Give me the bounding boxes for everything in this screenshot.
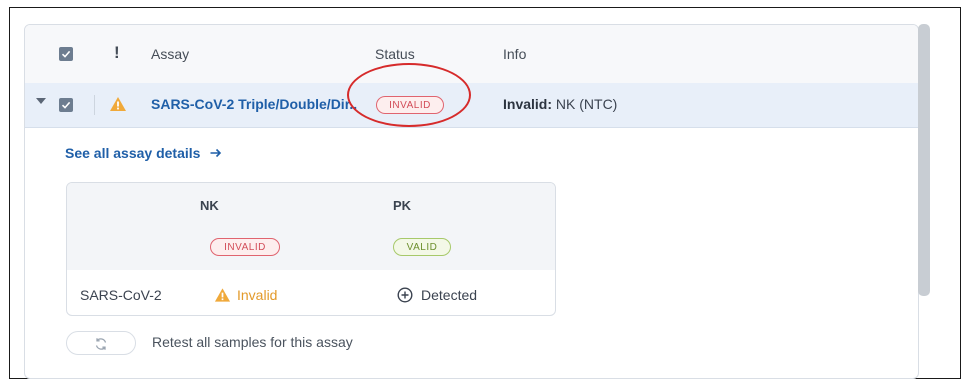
assay-name-link[interactable]: SARS-CoV-2 Triple/Double/Dir..: [151, 96, 357, 112]
nk-column-header: NK: [200, 198, 219, 213]
annotation-circle: [347, 63, 471, 127]
table-header: ! Assay Status Info: [25, 25, 918, 84]
arrow-right-icon: [210, 148, 222, 158]
info-label: Invalid:: [503, 96, 553, 112]
checkmark-icon: [61, 50, 71, 58]
row-checkbox[interactable]: [59, 98, 73, 112]
control-header: NK PK INVALID VALID: [67, 183, 555, 270]
control-results-card: NK PK INVALID VALID SARS-CoV-2 Invalid D…: [66, 182, 556, 316]
vertical-scrollbar[interactable]: [918, 24, 930, 296]
refresh-icon: [95, 338, 107, 350]
assay-column-header[interactable]: Assay: [151, 46, 189, 62]
plus-circle-icon: [397, 287, 413, 303]
info-value: NK (NTC): [552, 96, 618, 112]
info-column-header[interactable]: Info: [503, 46, 526, 62]
assay-results-panel: ! Assay Status Info SARS-CoV-2 Triple/Do…: [24, 24, 919, 379]
status-column-header[interactable]: Status: [375, 46, 415, 62]
column-divider: [94, 95, 95, 115]
pk-column-header: PK: [393, 198, 412, 213]
pk-result: Detected: [421, 287, 478, 303]
retest-label: Retest all samples for this assay: [152, 334, 353, 350]
table-row[interactable]: SARS-CoV-2 Triple/Double/Dir.. INVALID I…: [25, 83, 918, 128]
warning-icon: [214, 288, 231, 302]
info-text: Invalid: NK (NTC): [503, 96, 617, 112]
retest-button[interactable]: [66, 331, 136, 355]
pk-status-badge: VALID: [393, 238, 451, 256]
checkmark-icon: [61, 101, 71, 109]
see-all-assay-details-link[interactable]: See all assay details: [65, 145, 222, 161]
expand-caret-icon[interactable]: [36, 98, 46, 104]
nk-status-badge: INVALID: [210, 238, 280, 256]
priority-column-header[interactable]: !: [114, 43, 120, 63]
nk-result: Invalid: [237, 287, 278, 303]
select-all-checkbox[interactable]: [59, 47, 73, 61]
target-name: SARS-CoV-2: [80, 287, 162, 303]
warning-icon: [110, 97, 126, 111]
see-all-label: See all assay details: [65, 145, 201, 161]
